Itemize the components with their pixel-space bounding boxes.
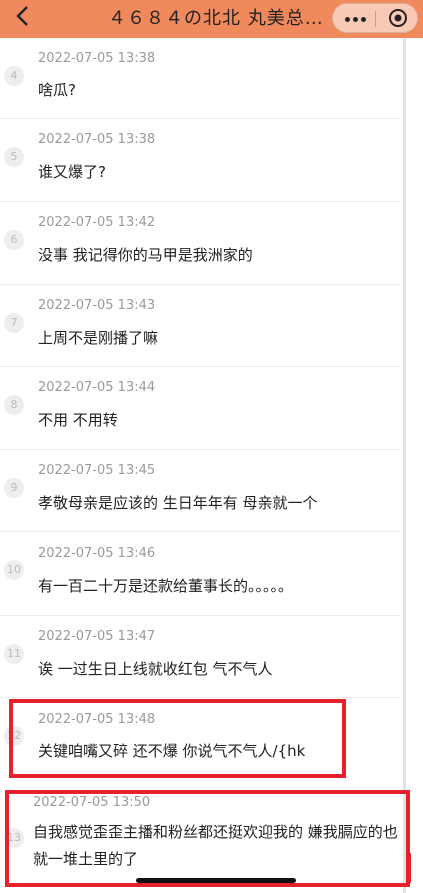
message-row: 7 2022-07-05 13:43 上周不是刚播了嘛	[0, 285, 400, 367]
message-row: 9 2022-07-05 13:45 孝敬母亲是应该的 生日年年有 母亲就一个	[0, 450, 400, 532]
message-text: 诶 一过生日上线就收红包 气不气人	[38, 660, 273, 678]
highlight-box	[5, 790, 410, 887]
message-index-badge: 7	[4, 313, 24, 333]
capsule-divider	[375, 11, 376, 27]
message-text: 不用 不用转	[38, 411, 118, 429]
scrollbar[interactable]	[403, 38, 406, 893]
message-timestamp: 2022-07-05 13:44	[38, 380, 156, 395]
message-row: 6 2022-07-05 13:42 没事 我记得你的马甲是我洲家的	[0, 202, 400, 285]
message-timestamp: 2022-07-05 13:46	[38, 546, 156, 561]
message-timestamp: 2022-07-05 13:42	[38, 215, 156, 230]
message-timestamp: 2022-07-05 13:38	[38, 51, 156, 66]
message-text: 谁又爆了?	[38, 163, 106, 181]
message-index-badge: 9	[4, 478, 24, 498]
message-text: 没事 我记得你的马甲是我洲家的	[38, 246, 253, 264]
message-text: 上周不是刚播了嘛	[38, 329, 159, 347]
message-timestamp: 2022-07-05 13:38	[38, 132, 156, 147]
message-index-badge: 11	[4, 644, 24, 664]
close-miniapp-icon[interactable]	[388, 8, 408, 28]
message-text: 有一百二十万是还款给董事长的。。。。。	[38, 577, 294, 595]
message-row: 10 2022-07-05 13:46 有一百二十万是还款给董事长的。。。。。	[0, 532, 400, 616]
message-row: 5 2022-07-05 13:38 谁又爆了?	[0, 119, 400, 202]
message-row: 8 2022-07-05 13:44 不用 不用转	[0, 367, 400, 450]
message-text: 啥瓜?	[38, 81, 76, 99]
message-index-badge: 10	[4, 560, 24, 580]
home-indicator[interactable]	[136, 878, 296, 883]
header-bar: ４６８４の北北 丸美总…	[0, 0, 423, 38]
message-timestamp: 2022-07-05 13:45	[38, 463, 156, 478]
message-text: 孝敬母亲是应该的 生日年年有 母亲就一个	[38, 494, 318, 512]
miniapp-capsule	[332, 3, 418, 33]
message-timestamp: 2022-07-05 13:47	[38, 629, 156, 644]
message-index-badge: 4	[4, 66, 24, 86]
page-title: ４６８４の北北 丸美总…	[108, 8, 324, 29]
message-row: 11 2022-07-05 13:47 诶 一过生日上线就收红包 气不气人	[0, 616, 400, 698]
message-index-badge: 5	[4, 147, 24, 167]
message-index-badge: 8	[4, 395, 24, 415]
highlight-marker	[406, 853, 411, 883]
message-timestamp: 2022-07-05 13:43	[38, 298, 156, 313]
more-options-icon[interactable]	[345, 17, 369, 23]
message-index-badge: 6	[4, 230, 24, 250]
message-row: 4 2022-07-05 13:38 啥瓜?	[0, 38, 400, 119]
highlight-box	[9, 699, 346, 778]
back-arrow-icon[interactable]	[10, 5, 34, 31]
